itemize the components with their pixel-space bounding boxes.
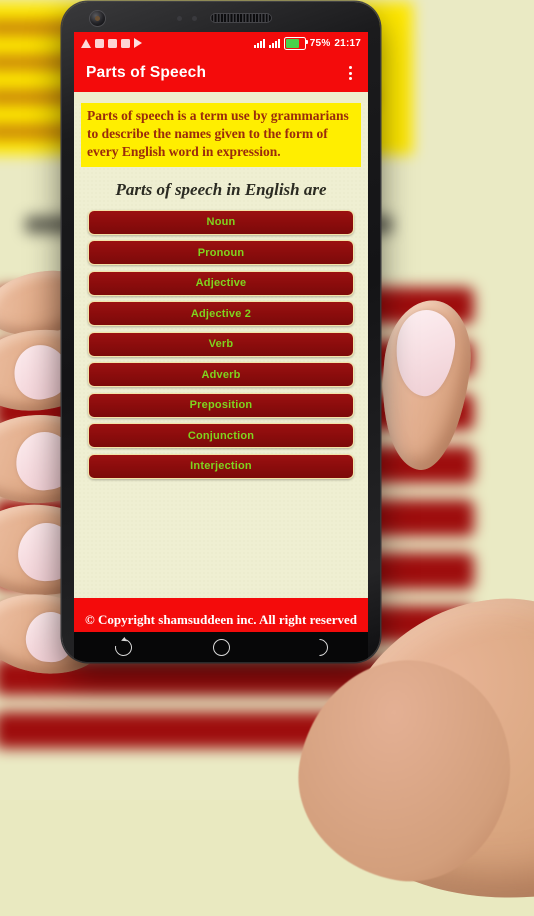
pos-button-interjection[interactable]: Interjection bbox=[88, 453, 354, 479]
background-button bbox=[0, 711, 475, 749]
main-content: Parts of speech is a term use by grammar… bbox=[74, 103, 368, 632]
page-title: Parts of Speech bbox=[86, 64, 207, 81]
battery-icon bbox=[283, 36, 308, 50]
pos-button-adjective[interactable]: Adjective bbox=[88, 270, 354, 296]
parts-of-speech-list: Noun Pronoun Adjective Adjective 2 Verb … bbox=[81, 209, 361, 479]
status-system-icons: 75% 21:17 bbox=[253, 36, 361, 50]
intro-description: Parts of speech is a term use by grammar… bbox=[81, 103, 361, 167]
phone-top-bezel bbox=[62, 2, 380, 32]
pos-button-verb[interactable]: Verb bbox=[88, 331, 354, 357]
proximity-sensor-icon bbox=[177, 16, 182, 21]
warning-icon bbox=[81, 38, 91, 48]
pos-button-adverb[interactable]: Adverb bbox=[88, 362, 354, 388]
pos-button-adjective-2[interactable]: Adjective 2 bbox=[88, 301, 354, 327]
section-heading: Parts of speech in English are bbox=[115, 179, 327, 199]
battery-percent-label: 75% bbox=[309, 37, 331, 49]
status-bar: 75% 21:17 bbox=[74, 32, 368, 54]
app-icon-1 bbox=[95, 38, 104, 48]
pos-button-pronoun[interactable]: Pronoun bbox=[88, 240, 354, 266]
phone-bottom-bezel bbox=[62, 632, 380, 662]
status-notification-icons bbox=[81, 38, 142, 48]
pos-button-noun[interactable]: Noun bbox=[88, 209, 354, 235]
signal-strength-icon-2 bbox=[268, 38, 280, 48]
light-sensor-icon bbox=[192, 16, 197, 21]
camera-lens-dot bbox=[95, 16, 100, 21]
copyright-footer: © Copyright shamsuddeen inc. All right r… bbox=[74, 598, 368, 632]
clock-label: 21:17 bbox=[334, 37, 361, 49]
phone-device: 75% 21:17 Parts of Speech Parts of speec… bbox=[62, 2, 380, 662]
pos-button-preposition[interactable]: Preposition bbox=[88, 392, 354, 418]
signal-strength-icon-1 bbox=[253, 38, 265, 48]
play-icon bbox=[134, 38, 142, 48]
background-button bbox=[0, 658, 475, 696]
overflow-menu-icon[interactable] bbox=[345, 62, 356, 84]
pos-button-conjunction[interactable]: Conjunction bbox=[88, 423, 354, 449]
app-bar: Parts of Speech bbox=[74, 54, 368, 92]
phone-screen: 75% 21:17 Parts of Speech Parts of speec… bbox=[74, 32, 368, 632]
app-icon-3 bbox=[121, 38, 130, 48]
app-icon-2 bbox=[108, 38, 117, 48]
earpiece-speaker bbox=[210, 13, 272, 23]
